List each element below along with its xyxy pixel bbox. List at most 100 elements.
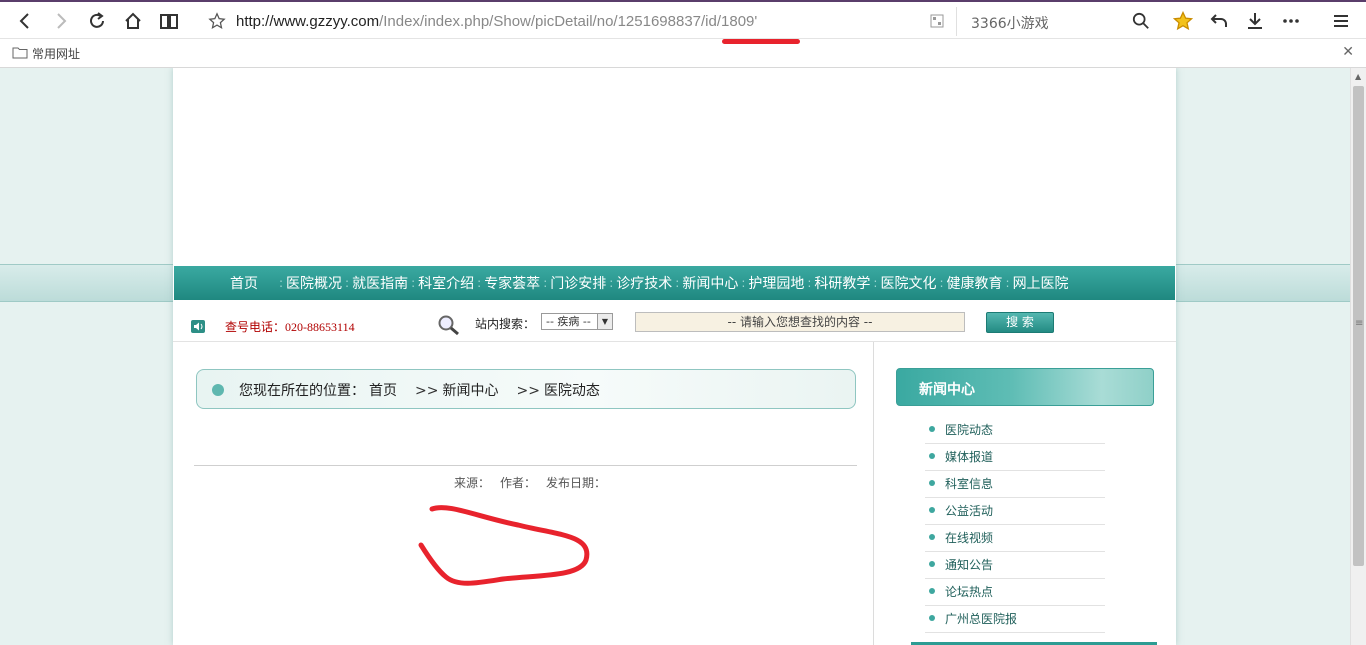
scroll-up-icon[interactable]: ▲ [1355,72,1361,81]
breadcrumb-text: 您现在所在的位置： 首页 >> 新闻中心 >> 医院动态 [239,380,604,400]
menu-icon[interactable] [1328,8,1354,34]
nav-item-news[interactable]: 新闻中心 [682,273,738,293]
annotation-scribble [418,505,590,586]
sidebar-item-media[interactable]: 媒体报道 [925,444,1105,471]
browser-toolbar: http://www.gzzyy.com/Index/index.php/Sho… [0,0,1366,39]
nav-item-schedule[interactable]: 门诊安排 [550,273,606,293]
nav-separator: : [741,276,746,290]
nav-item-home[interactable]: 首页 [230,273,258,293]
bullet-icon [929,615,935,621]
bullet-icon [929,588,935,594]
author-label: 作者： [500,476,537,490]
sidebar-item-hospital-news[interactable]: 医院动态 [925,417,1105,444]
scroll-grip-icon: ≡ [1355,318,1364,329]
breadcrumb: 您现在所在的位置： 首页 >> 新闻中心 >> 医院动态 [196,369,856,409]
breadcrumb-news[interactable]: 新闻中心 [442,383,498,399]
nav-item-overview[interactable]: 医院概况 [286,273,342,293]
sidebar-title: 新闻中心 [919,382,975,398]
sidebar-title-box: 新闻中心 [896,368,1154,406]
favorites-star-icon[interactable] [1170,8,1196,34]
search-button[interactable]: 搜 索 [986,312,1054,333]
sidebar-item-label: 媒体报道 [945,450,994,464]
back-icon[interactable] [12,8,38,34]
breadcrumb-dot-icon [212,384,224,396]
category-select-value: -- 疾病 -- [546,315,591,328]
search-icon[interactable] [1132,12,1150,34]
nav-item-nursing[interactable]: 护理园地 [748,273,804,293]
url-text[interactable]: http://www.gzzyy.com/Index/index.php/Sho… [236,13,757,30]
refresh-icon[interactable] [84,8,110,34]
chevron-down-icon[interactable]: ▼ [597,314,612,329]
phone-info: 查号电话：020-88653114 [225,320,355,334]
breadcrumb-separator: >> [516,383,540,399]
bookmark-folder[interactable]: 常用网址 [12,45,80,62]
nav-separator: : [675,276,680,290]
search-placeholder: 3366小游戏 [971,16,1049,32]
close-icon[interactable]: ✕ [1342,44,1354,60]
page-viewport: 首页 : 医院概况 : 就医指南 : 科室介绍 : 专家荟萃 : 门诊安排 : … [0,68,1350,645]
annotation-underline [722,39,800,44]
breadcrumb-current[interactable]: 医院动态 [544,383,600,399]
nav-separator: : [807,276,812,290]
date-label: 发布日期： [546,476,607,490]
more-icon[interactable] [1278,8,1304,34]
sidebar-item-label: 公益活动 [945,504,994,518]
category-select[interactable]: -- 疾病 -- ▼ [541,313,613,330]
nav-separator: : [873,276,878,290]
address-bar[interactable]: http://www.gzzyy.com/Index/index.php/Sho… [200,7,956,36]
nav-separator: : [609,276,614,290]
article-meta: 来源： 作者： 发布日期： [454,474,616,491]
nav-item-techniques[interactable]: 诊疗技术 [616,273,672,293]
nav-separator: : [1005,276,1010,290]
bullet-icon [929,480,935,486]
bookmark-star-icon[interactable] [208,12,226,34]
nav-item-guide[interactable]: 就医指南 [352,273,408,293]
sidebar-item-label: 医院动态 [945,423,994,437]
sidebar-list: 医院动态 媒体报道 科室信息 公益活动 在线视频 通知公告 论坛热点 广州总医院… [925,417,1105,633]
sidebar-item-newspaper[interactable]: 广州总医院报 [925,606,1105,633]
nav-item-experts[interactable]: 专家荟萃 [484,273,540,293]
main-nav: 首页 : 医院概况 : 就医指南 : 科室介绍 : 专家荟萃 : 门诊安排 : … [174,266,1175,300]
nav-item-research[interactable]: 科研教学 [814,273,870,293]
browser-search[interactable]: 3366小游戏 [956,7,1156,36]
magnifier-icon [437,314,461,340]
sidebar-item-label: 在线视频 [945,531,994,545]
forward-icon[interactable] [48,8,74,34]
breadcrumb-separator: >> [415,383,439,399]
home-icon[interactable] [120,8,146,34]
nav-item-online-hospital[interactable]: 网上医院 [1013,273,1069,293]
nav-separator: : [939,276,944,290]
bullet-icon [929,534,935,540]
column-divider [873,342,874,645]
sidebar-item-charity[interactable]: 公益活动 [925,498,1105,525]
bookmark-folder-label: 常用网址 [32,47,81,61]
sidebar-item-video[interactable]: 在线视频 [925,525,1105,552]
breadcrumb-home[interactable]: 首页 [369,383,397,399]
nav-item-health-edu[interactable]: 健康教育 [947,273,1003,293]
article-divider [194,465,857,466]
nav-separator: : [345,276,350,290]
undo-icon[interactable] [1206,8,1232,34]
download-icon[interactable] [1242,8,1268,34]
bookmarks-bar: 常用网址 ✕ [0,39,1366,68]
sidebar-item-label: 通知公告 [945,558,994,572]
site-search-label: 站内搜索： [475,317,536,331]
sidebar-item-label: 广州总医院报 [945,612,1018,626]
nav-item-culture[interactable]: 医院文化 [880,273,936,293]
sidebar-item-notices[interactable]: 通知公告 [925,552,1105,579]
nav-separator: : [279,276,284,290]
keyword-input[interactable]: -- 请输入您想查找的内容 -- [635,312,965,332]
reader-icon[interactable] [156,8,182,34]
sidebar-item-label: 科室信息 [945,477,994,491]
sidebar-item-department-info[interactable]: 科室信息 [925,471,1105,498]
info-bar: 查号电话：020-88653114 站内搜索： -- 疾病 -- ▼ -- 请输… [173,306,1176,342]
qr-code-icon[interactable] [930,14,944,32]
breadcrumb-prefix: 您现在所在的位置： [239,383,365,399]
page-scrollbar[interactable]: ▲ ≡ [1350,68,1366,645]
page-container: 首页 : 医院概况 : 就医指南 : 科室介绍 : 专家荟萃 : 门诊安排 : … [173,68,1176,645]
source-label: 来源： [454,476,491,490]
bullet-icon [929,426,935,432]
sidebar-item-forum[interactable]: 论坛热点 [925,579,1105,606]
folder-icon [12,46,28,62]
nav-item-departments[interactable]: 科室介绍 [418,273,474,293]
